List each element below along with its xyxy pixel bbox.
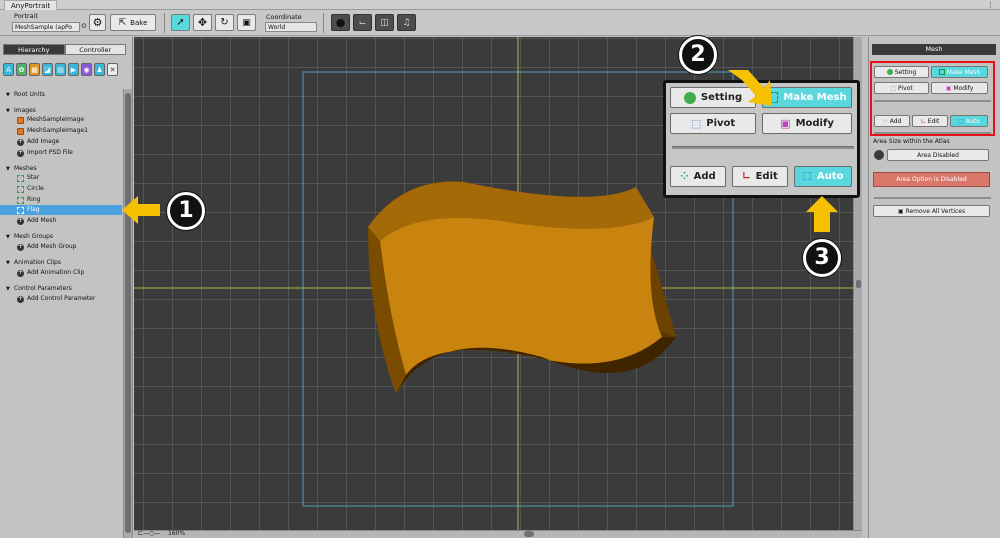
arrow-to-auto-icon (806, 196, 838, 232)
mesh-panel-header: Mesh (872, 44, 996, 55)
panel-divider (874, 197, 991, 199)
edit-vertex-icon: ∟ (920, 117, 926, 125)
pivot-icon: ⬚ (890, 84, 896, 92)
annotation-arrows (122, 70, 838, 232)
arrow-to-make-mesh-icon (728, 70, 772, 106)
panel-divider (874, 100, 991, 102)
area-toggle-icon[interactable] (874, 150, 884, 160)
make-mesh-icon (938, 69, 945, 75)
step-marker-2: 2 (679, 36, 717, 74)
panel-divider (874, 132, 991, 134)
remove-all-vertices-button[interactable]: ▣ Remove All Vertices (873, 205, 990, 217)
step-marker-3: 3 (803, 239, 841, 277)
modify-button[interactable]: ▣ Modify (931, 82, 988, 94)
area-size-label: Area Size within the Atlas (873, 138, 950, 145)
auto-vertex-icon: ⬚ (958, 117, 964, 125)
arrow-to-flag-icon (122, 196, 160, 224)
setting-button[interactable]: Setting (874, 66, 929, 78)
remove-icon: ▣ (897, 207, 904, 215)
add-vertex-icon: ⁘ (882, 117, 888, 125)
area-disabled-button[interactable]: Area Disabled (887, 149, 989, 161)
auto-vertex-button[interactable]: ⬚ Auto (950, 115, 988, 127)
modify-icon: ▣ (945, 84, 952, 92)
mesh-inspector-panel: Mesh Setting Make Mesh ⬚ Pivot ▣ Modify … (868, 37, 1000, 538)
add-vertex-button[interactable]: ⁘ Add (874, 115, 910, 127)
step-marker-1: 1 (167, 192, 205, 230)
app-window: AnyPortrait ⋮ Portrait MeshSample (apPo … (0, 0, 1000, 538)
pivot-button[interactable]: ⬚ Pivot (874, 82, 929, 94)
setting-icon (886, 69, 893, 75)
make-mesh-button[interactable]: Make Mesh (931, 66, 988, 78)
area-warning-banner: Area Option is Disabled (873, 172, 990, 187)
edit-vertex-button[interactable]: ∟ Edit (912, 115, 948, 127)
